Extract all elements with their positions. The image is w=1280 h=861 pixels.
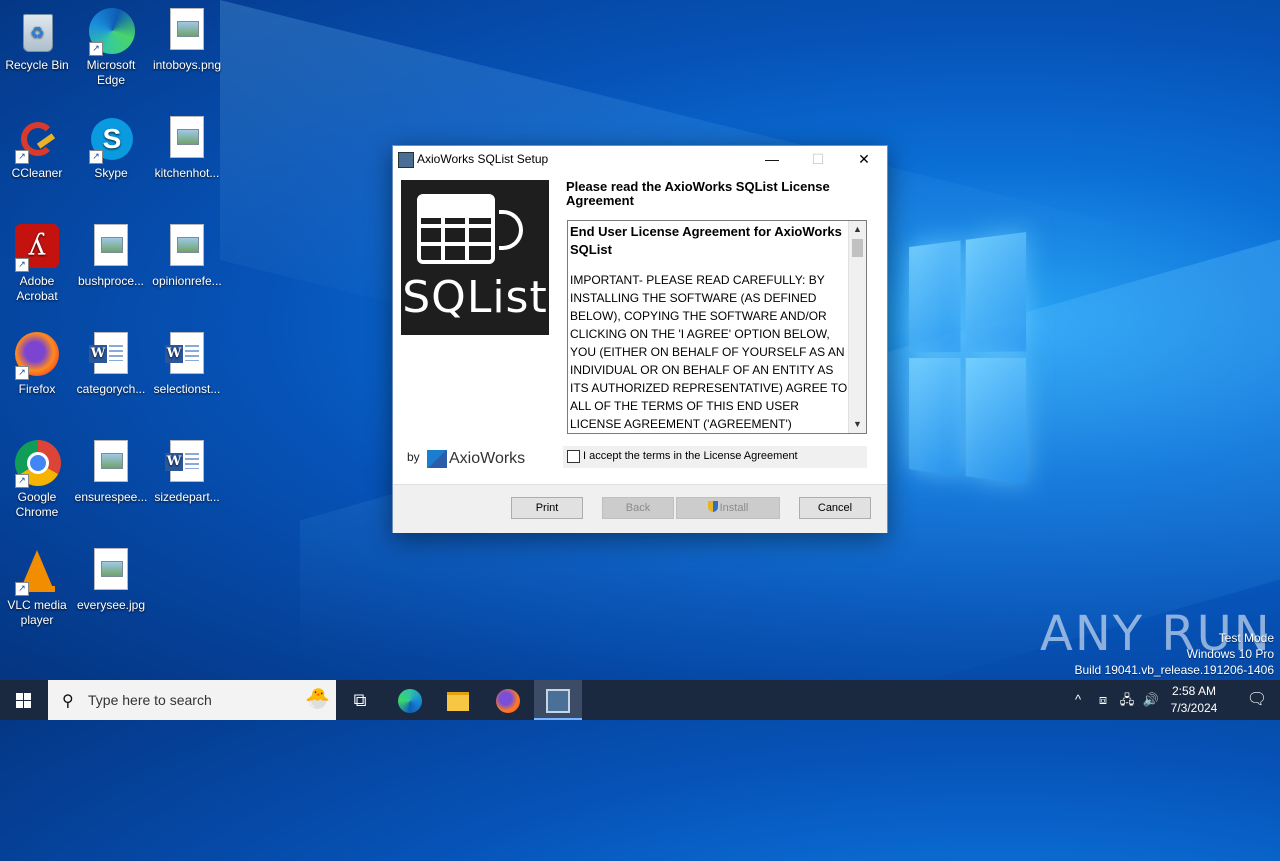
skype-icon: S ↗ — [87, 116, 135, 164]
taskbar-search-box[interactable]: ⚲ Type here to search 🐣 — [48, 680, 336, 720]
image-file-icon — [87, 224, 135, 272]
desktop-icon-google-chrome[interactable]: ↗ Google Chrome — [0, 434, 74, 520]
search-placeholder: Type here to search — [88, 692, 212, 708]
desktop-icon-categorych[interactable]: W categorych... — [74, 326, 148, 397]
image-file-icon — [87, 440, 135, 488]
grid-icon — [417, 194, 495, 264]
desktop-icon-kitchenhot[interactable]: kitchenhot... — [150, 110, 224, 181]
cancel-button[interactable]: Cancel — [799, 497, 871, 519]
vlc-icon: ↗ — [13, 548, 61, 596]
taskbar-clock[interactable]: 2:58 AM 7/3/2024 — [1154, 683, 1234, 717]
license-scrollbar[interactable]: ▲ ▼ — [848, 221, 866, 433]
desktop-icon-intoboys[interactable]: intoboys.png — [150, 2, 224, 73]
desktop-icon-ccleaner[interactable]: ↗ CCleaner — [0, 110, 74, 181]
image-file-icon — [87, 548, 135, 596]
desktop-icon-sizedepart[interactable]: W sizedepart... — [150, 434, 224, 505]
wallpaper-windows-logo — [909, 232, 1027, 488]
test-mode-notice: Test Mode Windows 10 Pro Build 19041.vb_… — [1074, 631, 1275, 677]
word-file-icon: W — [163, 332, 211, 380]
chevron-up-icon: ^ — [1074, 692, 1082, 707]
image-file-icon — [163, 116, 211, 164]
dialog-content: SQList by AxioWorks Please read the Axio… — [393, 172, 887, 484]
start-button[interactable] — [0, 680, 48, 720]
setup-app-icon — [398, 152, 414, 168]
scroll-thumb[interactable] — [852, 239, 863, 257]
desktop-icon-opinionrefe[interactable]: opinionrefe... — [150, 218, 224, 289]
maximize-button: ☐ — [811, 151, 825, 167]
image-file-icon — [163, 224, 211, 272]
close-button[interactable]: ✕ — [841, 146, 887, 172]
license-body: IMPORTANT- PLEASE READ CAREFULLY: BY INS… — [570, 273, 848, 431]
edge-icon — [398, 689, 422, 714]
desktop-icon-recycle-bin[interactable]: ♻ Recycle Bin — [0, 2, 74, 73]
action-center-button[interactable]: 🗨 — [1234, 680, 1280, 720]
taskbar: ⚲ Type here to search 🐣 ⧉ ^ ⧈ 🖧 🔊 2:58 A… — [0, 680, 1280, 720]
dialog-footer: Print Back Install Cancel — [393, 484, 887, 533]
task-view-icon: ⧉ — [353, 690, 367, 710]
dialog-titlebar[interactable]: AxioWorks SQList Setup — ☐ ✕ — [393, 146, 887, 172]
taskbar-file-explorer[interactable] — [434, 680, 482, 720]
desktop-icon-ensurespee[interactable]: ensurespee... — [74, 434, 148, 505]
folder-icon — [447, 691, 469, 711]
desktop-icon-vlc[interactable]: ↗ VLC media player — [0, 542, 74, 628]
taskbar-firefox[interactable] — [484, 680, 532, 720]
setup-icon — [546, 689, 570, 714]
word-file-icon: W — [87, 332, 135, 380]
search-icon: ⚲ — [62, 693, 74, 710]
windows-start-icon — [16, 693, 32, 709]
axioworks-logo-icon — [427, 450, 447, 468]
desktop-icon-skype[interactable]: S ↗ Skype — [74, 110, 148, 181]
sqlist-logo: SQList — [401, 180, 549, 335]
taskbar-setup-app[interactable] — [534, 680, 582, 720]
connector-icon — [499, 210, 523, 250]
clock-time: 2:58 AM — [1171, 684, 1217, 698]
recycle-bin-icon: ♻ — [13, 8, 61, 56]
print-button[interactable]: Print — [511, 497, 583, 519]
accept-terms-label[interactable]: I accept the terms in the License Agreem… — [583, 450, 798, 462]
edge-icon: ↗ — [87, 8, 135, 56]
scroll-up-icon[interactable]: ▲ — [849, 221, 866, 238]
license-heading: Please read the AxioWorks SQList License… — [566, 179, 830, 208]
clock-date: 7/3/2024 — [1170, 701, 1218, 715]
dialog-title: AxioWorks SQList Setup — [417, 152, 549, 166]
desktop-icon-firefox[interactable]: ↗ Firefox — [0, 326, 74, 397]
back-button: Back — [602, 497, 674, 519]
accept-terms-row[interactable]: I accept the terms in the License Agreem… — [563, 446, 867, 468]
desktop-icon-microsoft-edge[interactable]: ↗ Microsoft Edge — [74, 2, 148, 88]
task-view-button[interactable]: ⧉ — [336, 680, 384, 720]
install-button: Install — [676, 497, 780, 519]
minimize-button[interactable]: — — [749, 146, 795, 172]
scroll-down-icon[interactable]: ▼ — [849, 416, 866, 433]
search-highlight-icon: 🐣 — [305, 688, 330, 710]
brand-name: AxioWorks — [449, 450, 526, 467]
chrome-icon: ↗ — [13, 440, 61, 488]
firefox-icon — [496, 689, 520, 714]
license-title: End User License Agreement for AxioWorks… — [570, 224, 842, 257]
show-hidden-icons-button[interactable]: ^ — [1068, 680, 1088, 720]
device-icon: ⧈ — [1098, 692, 1108, 707]
desktop-icon-selectionst[interactable]: W selectionst... — [150, 326, 224, 397]
firefox-icon: ↗ — [13, 332, 61, 380]
ccleaner-icon: ↗ — [13, 116, 61, 164]
taskbar-edge[interactable] — [386, 680, 434, 720]
desktop-icon-bushproce[interactable]: bushproce... — [74, 218, 148, 289]
desktop-icon-adobe-acrobat[interactable]: ʎ ↗ Adobe Acrobat — [0, 218, 74, 304]
word-file-icon: W — [163, 440, 211, 488]
accept-terms-checkbox[interactable] — [567, 450, 580, 463]
setup-dialog: AxioWorks SQList Setup — ☐ ✕ SQList by A… — [392, 145, 888, 533]
by-label: by — [407, 450, 420, 464]
desktop-icon-everysee[interactable]: everysee.jpg — [74, 542, 148, 613]
license-textbox[interactable]: End User License Agreement for AxioWorks… — [567, 220, 867, 434]
network-icon[interactable]: 🖧 — [1116, 680, 1138, 720]
logo-text: SQList — [402, 272, 548, 323]
tray-app-icon[interactable]: ⧈ — [1092, 680, 1114, 720]
acrobat-icon: ʎ ↗ — [13, 224, 61, 272]
notification-icon: 🗨 — [1246, 691, 1268, 708]
uac-shield-icon — [707, 501, 718, 512]
image-file-icon — [163, 8, 211, 56]
